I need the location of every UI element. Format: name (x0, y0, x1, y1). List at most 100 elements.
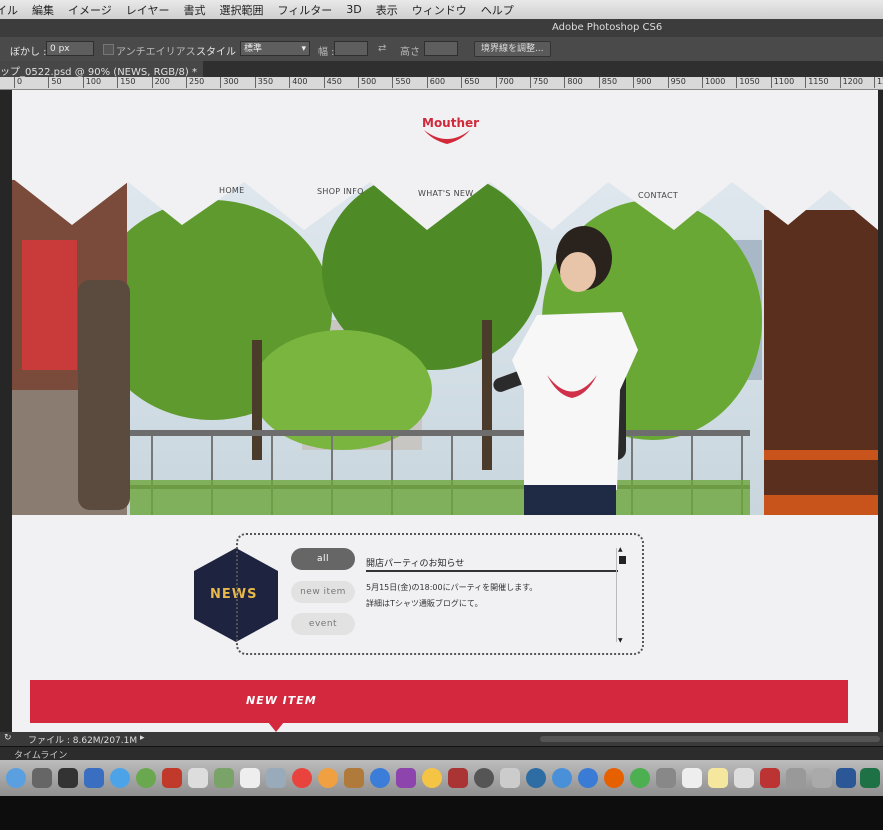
ruler-tick: 550 (392, 77, 411, 88)
scroll-down-icon[interactable]: ▼ (618, 637, 623, 644)
menu-item-image[interactable]: イメージ (68, 2, 112, 18)
tab-event[interactable]: event (291, 613, 355, 635)
ruler-tick: 900 (633, 77, 651, 88)
menu-item-help[interactable]: ヘルプ (481, 2, 514, 18)
preview-icon[interactable] (266, 768, 286, 788)
mission-control-icon[interactable] (58, 768, 78, 788)
menu-item-file[interactable]: イル (0, 2, 18, 18)
feather-input[interactable]: 0 px (46, 41, 94, 56)
document-tab[interactable]: ップ_0522.psd @ 90% (NEWS, RGB/8) * (0, 61, 203, 78)
height-input[interactable] (424, 41, 458, 56)
ruler-tick: 650 (461, 77, 479, 88)
options-bar: ぼかし : 0 px アンチエイリアス スタイル : 標準 ▾ 幅 : ⇄ 高さ … (0, 37, 883, 61)
word-icon[interactable] (836, 768, 856, 788)
style-select-value: 標準 (244, 44, 263, 54)
launchpad-icon[interactable] (32, 768, 52, 788)
ruler-tick: 300 (220, 77, 239, 88)
quicktime-alt-icon[interactable] (552, 768, 572, 788)
photo-app-icon[interactable] (214, 768, 234, 788)
ruler-tick: 250 (186, 77, 204, 88)
photo-door-right (764, 210, 878, 515)
safari-icon[interactable] (370, 768, 390, 788)
scroll-up-icon[interactable]: ▲ (618, 546, 623, 553)
nav-home[interactable]: HOME (219, 186, 244, 195)
utility-icon[interactable] (500, 768, 520, 788)
photo-booth-icon[interactable] (448, 768, 468, 788)
app-store-icon[interactable] (110, 768, 130, 788)
game-center-icon[interactable] (136, 768, 156, 788)
style-label: スタイル : (196, 47, 243, 58)
adobe-app-icon[interactable] (760, 768, 780, 788)
chrome-icon[interactable] (630, 768, 650, 788)
status-arrow-icon[interactable]: ▸ (140, 733, 145, 743)
imovie-icon[interactable] (396, 768, 416, 788)
document-icon[interactable] (734, 768, 754, 788)
menu-item-filter[interactable]: フィルター (277, 2, 332, 18)
menu-item-edit[interactable]: 編集 (32, 2, 54, 18)
notes-icon[interactable] (708, 768, 728, 788)
menu-item-window[interactable]: ウィンドウ (412, 2, 467, 18)
font-book-icon[interactable] (188, 768, 208, 788)
photo-person-left (78, 280, 130, 510)
stickies-icon[interactable] (240, 768, 260, 788)
monitor-bezel (0, 796, 883, 830)
excel-icon[interactable] (860, 768, 880, 788)
dock (0, 760, 883, 796)
status-bar: ↻ ファイル : 8.62M/207.1M ▸ (0, 732, 883, 746)
nav-shop-info[interactable]: SHOP INFO (317, 187, 364, 196)
width-input[interactable] (334, 41, 368, 56)
acrobat-icon[interactable] (162, 768, 182, 788)
nav-whats-new[interactable]: WHAT'S NEW (418, 189, 473, 198)
news-scrollbar[interactable]: ▲ ▼ (616, 546, 627, 644)
ruler-tick: 1150 (805, 77, 829, 88)
ruler-tick: 1200 (839, 77, 863, 88)
horizontal-scrollbar[interactable] (540, 736, 880, 742)
archive-icon[interactable] (786, 768, 806, 788)
tab-new-item[interactable]: new item (291, 581, 355, 603)
system-prefs-icon[interactable] (578, 768, 598, 788)
photo-door-panel (764, 495, 878, 515)
home-icon[interactable] (84, 768, 104, 788)
menu-item-layer[interactable]: レイヤー (126, 2, 170, 18)
photos-icon[interactable] (422, 768, 442, 788)
logo[interactable]: Mouther (422, 112, 479, 131)
nav-contact[interactable]: CONTACT (638, 191, 678, 200)
timeline-panel[interactable]: タイムライン (0, 746, 883, 761)
swap-icon[interactable]: ⇄ (378, 43, 386, 54)
garageband-icon[interactable] (344, 768, 364, 788)
ruler-tick: 1250 (874, 77, 883, 88)
display-icon[interactable] (812, 768, 832, 788)
menu-item-3d[interactable]: 3D (346, 3, 361, 16)
photo-railing-bar (130, 430, 750, 436)
ruler-tick: 350 (254, 77, 273, 88)
style-select[interactable]: 標準 ▾ (240, 41, 310, 56)
ruler-tick: 600 (426, 77, 445, 88)
ruler-tick: 0 (14, 77, 22, 88)
itunes-icon[interactable] (292, 768, 312, 788)
width-label: 幅 : (318, 47, 335, 58)
menu-item-type[interactable]: 書式 (183, 2, 205, 18)
antialias-checkbox[interactable] (103, 44, 114, 55)
news-title[interactable]: 開店パーティのお知らせ (366, 556, 464, 569)
antialias-label: アンチエイリアス (116, 47, 196, 58)
photo-shop-sign (22, 240, 77, 370)
textedit-icon[interactable] (682, 768, 702, 788)
firefox-icon[interactable] (604, 768, 624, 788)
contacts-icon[interactable] (318, 768, 338, 788)
photo-person-jeans (524, 485, 616, 515)
ruler-tick: 950 (667, 77, 686, 88)
menu-item-select[interactable]: 選択範囲 (219, 2, 263, 18)
photo-tree-trunk (252, 340, 262, 460)
refine-edge-button[interactable]: 境界線を調整... (474, 41, 551, 57)
menu-item-view[interactable]: 表示 (376, 2, 398, 18)
quicktime-icon[interactable] (526, 768, 546, 788)
photo-hedge (130, 480, 750, 515)
status-nav-icon[interactable]: ↻ (4, 733, 12, 743)
finder-icon[interactable] (6, 768, 26, 788)
tab-all[interactable]: all (291, 548, 355, 570)
document-canvas[interactable]: Mouther HOME SHOP INFO WHAT'S NEW CONTAC… (12, 90, 878, 738)
dvd-player-icon[interactable] (474, 768, 494, 788)
scroll-thumb[interactable] (619, 556, 626, 564)
photo-tree-trunk (482, 320, 492, 470)
network-icon[interactable] (656, 768, 676, 788)
